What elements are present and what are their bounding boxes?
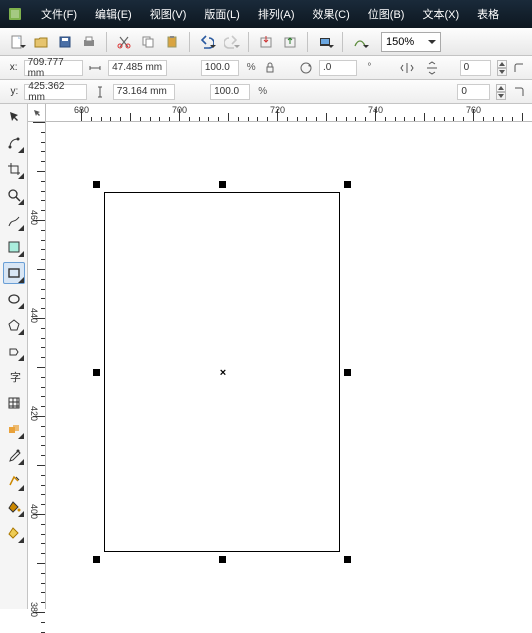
separator bbox=[248, 32, 249, 52]
eyedropper-tool[interactable] bbox=[3, 444, 25, 466]
x-position-input[interactable]: 709.777 mm bbox=[24, 60, 83, 76]
export-button[interactable] bbox=[279, 31, 301, 53]
selected-rectangle[interactable]: × bbox=[104, 192, 340, 552]
horizontal-ruler[interactable]: 680 700 720 740 760 bbox=[46, 104, 532, 122]
handle-sw[interactable] bbox=[93, 556, 100, 563]
handle-e[interactable] bbox=[344, 369, 351, 376]
percent-a: % bbox=[245, 60, 258, 76]
cut-button[interactable] bbox=[113, 31, 135, 53]
redo-button[interactable] bbox=[220, 31, 242, 53]
height-input[interactable]: 73.164 mm bbox=[113, 84, 175, 100]
corner-b-icon bbox=[512, 84, 526, 100]
app-icon bbox=[6, 5, 24, 23]
menu-file[interactable]: 文件(F) bbox=[32, 0, 86, 28]
handle-s[interactable] bbox=[219, 556, 226, 563]
scale-x-input[interactable]: 100.0 bbox=[201, 60, 239, 76]
smart-fill-tool[interactable] bbox=[3, 236, 25, 258]
import-button[interactable] bbox=[255, 31, 277, 53]
width-input[interactable]: 47.485 mm bbox=[108, 60, 167, 76]
y-position-input[interactable]: 425.362 mm bbox=[24, 84, 86, 100]
rotation-input[interactable]: .0 bbox=[319, 60, 357, 76]
polygon-tool[interactable] bbox=[3, 314, 25, 336]
vruler-tick: 400 bbox=[29, 504, 39, 519]
property-bar-row2: y: 425.362 mm 73.164 mm 100.0 % 0 bbox=[0, 80, 532, 104]
percent-b: % bbox=[256, 84, 270, 100]
print-button[interactable] bbox=[78, 31, 100, 53]
separator bbox=[106, 32, 107, 52]
property-bar-row1: x: 709.777 mm 47.485 mm 100.0 % .0 ° 0 bbox=[0, 56, 532, 80]
menu-text[interactable]: 文本(X) bbox=[413, 0, 468, 28]
canvas-wrap: 680 700 720 740 760 460 440 420 400 380 bbox=[28, 104, 532, 609]
handle-ne[interactable] bbox=[344, 181, 351, 188]
scale-y-input[interactable]: 100.0 bbox=[210, 84, 250, 100]
spinner-a-buttons[interactable] bbox=[497, 60, 507, 76]
pick-tool[interactable] bbox=[3, 106, 25, 128]
menu-bitmap[interactable]: 位图(B) bbox=[359, 0, 414, 28]
spinner-a-input[interactable]: 0 bbox=[460, 60, 491, 76]
fill-tool[interactable] bbox=[3, 496, 25, 518]
menu-view[interactable]: 视图(V) bbox=[141, 0, 196, 28]
welcome-button[interactable] bbox=[349, 31, 371, 53]
text-tool[interactable]: 字 bbox=[3, 366, 25, 388]
paste-button[interactable] bbox=[161, 31, 183, 53]
interactive-fill-tool[interactable] bbox=[3, 522, 25, 544]
zoom-tool[interactable] bbox=[3, 184, 25, 206]
rectangle-tool[interactable] bbox=[3, 262, 25, 284]
rotation-icon bbox=[299, 60, 313, 76]
freehand-tool[interactable] bbox=[3, 210, 25, 232]
menu-arrange[interactable]: 排列(A) bbox=[249, 0, 304, 28]
open-button[interactable] bbox=[30, 31, 52, 53]
undo-button[interactable] bbox=[196, 31, 218, 53]
toolbox: 字 bbox=[0, 104, 28, 609]
menu-table[interactable]: 表格 bbox=[468, 0, 508, 28]
zoom-level-select[interactable]: 150% bbox=[381, 32, 441, 52]
separator bbox=[307, 32, 308, 52]
mirror-h-button[interactable] bbox=[398, 57, 417, 79]
ruler-origin[interactable] bbox=[28, 104, 46, 122]
width-icon bbox=[89, 60, 102, 76]
corner-a-icon bbox=[513, 60, 526, 76]
vruler-tick: 440 bbox=[29, 308, 39, 323]
shape-tool[interactable] bbox=[3, 132, 25, 154]
vertical-ruler[interactable]: 460 440 420 400 380 bbox=[28, 122, 46, 609]
handle-n[interactable] bbox=[219, 181, 226, 188]
menu-layout[interactable]: 版面(L) bbox=[195, 0, 248, 28]
menu-edit[interactable]: 编辑(E) bbox=[86, 0, 141, 28]
new-button[interactable] bbox=[6, 31, 28, 53]
launch-button[interactable] bbox=[314, 31, 336, 53]
dimension-tool[interactable] bbox=[3, 418, 25, 440]
height-icon bbox=[93, 84, 107, 100]
degree-label: ° bbox=[363, 60, 376, 76]
save-button[interactable] bbox=[54, 31, 76, 53]
vruler-tick: 460 bbox=[29, 210, 39, 225]
spinner-b-input[interactable]: 0 bbox=[457, 84, 490, 100]
separator bbox=[342, 32, 343, 52]
vruler-tick: 420 bbox=[29, 406, 39, 421]
center-marker[interactable]: × bbox=[220, 367, 226, 379]
handle-nw[interactable] bbox=[93, 181, 100, 188]
canvas[interactable]: × bbox=[46, 122, 532, 609]
handle-w[interactable] bbox=[93, 369, 100, 376]
ellipse-tool[interactable] bbox=[3, 288, 25, 310]
mirror-v-button[interactable] bbox=[422, 57, 441, 79]
basic-shapes-tool[interactable] bbox=[3, 340, 25, 362]
copy-button[interactable] bbox=[137, 31, 159, 53]
separator bbox=[189, 32, 190, 52]
handle-se[interactable] bbox=[344, 556, 351, 563]
standard-toolbar: 150% bbox=[0, 28, 532, 56]
main-area: 字 680 700 720 740 760 460 440 420 400 38… bbox=[0, 104, 532, 609]
outline-tool[interactable] bbox=[3, 470, 25, 492]
vruler-tick: 380 bbox=[29, 602, 39, 617]
y-label: y: bbox=[6, 86, 18, 97]
menu-bar: 文件(F) 编辑(E) 视图(V) 版面(L) 排列(A) 效果(C) 位图(B… bbox=[0, 0, 532, 28]
x-label: x: bbox=[6, 62, 18, 73]
table-tool[interactable] bbox=[3, 392, 25, 414]
menu-effects[interactable]: 效果(C) bbox=[304, 0, 359, 28]
svg-text:字: 字 bbox=[10, 370, 21, 384]
crop-tool[interactable] bbox=[3, 158, 25, 180]
spinner-b-buttons[interactable] bbox=[496, 84, 506, 100]
lock-ratio-button[interactable] bbox=[264, 60, 277, 76]
